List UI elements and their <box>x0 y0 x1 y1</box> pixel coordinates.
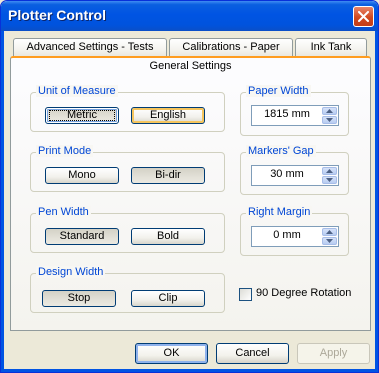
paper-width-up-button[interactable] <box>322 107 337 115</box>
print-mode-legend: Print Mode <box>36 145 94 157</box>
markers-gap-group: Markers' Gap 30 mm <box>240 145 349 195</box>
right-margin-up-button[interactable] <box>322 228 337 236</box>
apply-button[interactable]: Apply <box>297 343 370 364</box>
unit-of-measure-group: Unit of Measure Metric English <box>30 85 225 132</box>
window-border-bottom <box>1 369 378 372</box>
paper-width-down-button[interactable] <box>322 116 337 124</box>
close-button[interactable] <box>353 6 374 27</box>
design-width-group: Design Width Stop Clip <box>30 266 225 313</box>
ok-button[interactable]: OK <box>135 343 208 364</box>
tab-ink-tank[interactable]: Ink Tank <box>295 38 367 57</box>
paper-width-group: Paper Width 1815 mm <box>240 85 349 136</box>
pen-width-group: Pen Width Standard Bold <box>30 206 225 253</box>
mono-button[interactable]: Mono <box>45 167 119 184</box>
design-width-legend: Design Width <box>36 266 106 278</box>
markers-gap-spinner[interactable]: 30 mm <box>251 165 339 186</box>
markers-gap-legend: Markers' Gap <box>246 145 316 157</box>
tab-general-settings[interactable]: General Settings <box>10 56 371 76</box>
right-margin-legend: Right Margin <box>246 206 313 218</box>
english-button[interactable]: English <box>131 107 205 124</box>
arrow-down-icon <box>326 118 333 122</box>
arrow-up-icon <box>326 169 333 173</box>
general-settings-panel: Unit of Measure Metric English Print Mod… <box>10 75 371 331</box>
rotation-label[interactable]: 90 Degree Rotation <box>256 287 351 299</box>
bold-button[interactable]: Bold <box>131 228 205 245</box>
window-title: Plotter Control <box>8 7 106 23</box>
window-border-right <box>375 31 378 372</box>
paper-width-spinner[interactable]: 1815 mm <box>251 105 339 126</box>
clip-button[interactable]: Clip <box>131 290 205 307</box>
bidir-button[interactable]: Bi-dir <box>131 167 205 184</box>
right-margin-group: Right Margin 0 mm <box>240 206 349 256</box>
markers-gap-value[interactable]: 30 mm <box>252 168 322 180</box>
window-border-left <box>1 31 4 372</box>
plotter-control-window: Plotter Control Advanced Settings - Test… <box>0 0 379 373</box>
arrow-down-icon <box>326 178 333 182</box>
title-bar[interactable]: Plotter Control <box>1 1 378 31</box>
right-margin-spinner[interactable]: 0 mm <box>251 226 339 247</box>
metric-button[interactable]: Metric <box>45 107 119 124</box>
right-margin-down-button[interactable] <box>322 237 337 245</box>
pen-width-legend: Pen Width <box>36 206 91 218</box>
rotation-checkbox[interactable] <box>239 288 252 301</box>
markers-gap-down-button[interactable] <box>322 176 337 184</box>
stop-button[interactable]: Stop <box>42 290 116 307</box>
tab-advanced-settings-tests[interactable]: Advanced Settings - Tests <box>13 38 167 57</box>
arrow-up-icon <box>326 230 333 234</box>
standard-button[interactable]: Standard <box>45 228 119 245</box>
paper-width-value[interactable]: 1815 mm <box>252 108 322 120</box>
right-margin-value[interactable]: 0 mm <box>252 229 322 241</box>
close-icon <box>358 11 369 22</box>
paper-width-legend: Paper Width <box>246 85 311 97</box>
print-mode-group: Print Mode Mono Bi-dir <box>30 145 225 192</box>
markers-gap-up-button[interactable] <box>322 167 337 175</box>
tab-calibrations-paper[interactable]: Calibrations - Paper <box>169 38 293 57</box>
arrow-up-icon <box>326 109 333 113</box>
cancel-button[interactable]: Cancel <box>216 343 289 364</box>
unit-of-measure-legend: Unit of Measure <box>36 85 118 97</box>
arrow-down-icon <box>326 239 333 243</box>
